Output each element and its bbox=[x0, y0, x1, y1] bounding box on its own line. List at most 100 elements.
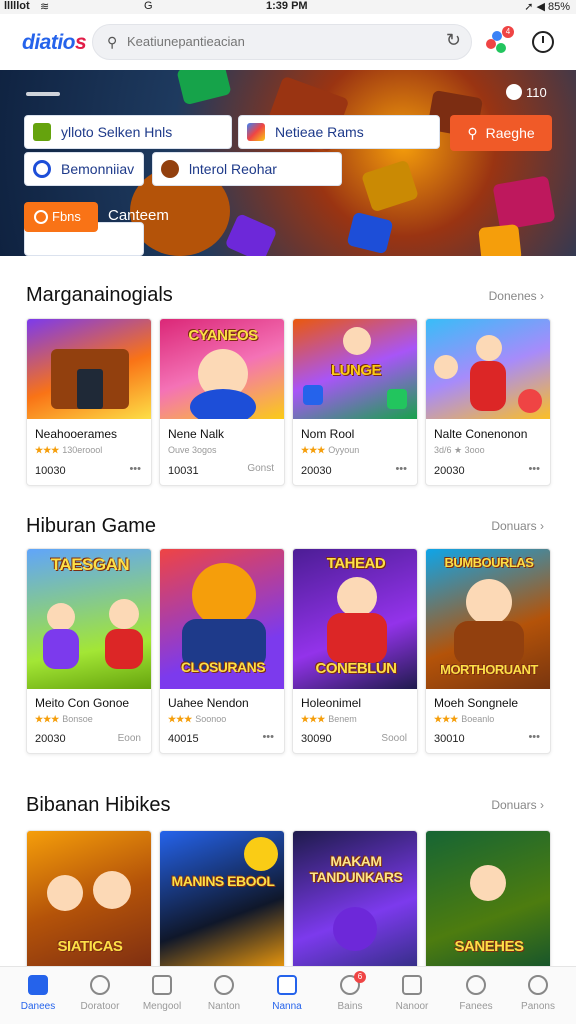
game-thumbnail bbox=[27, 319, 151, 419]
game-card[interactable]: Nalte Conenonon 3d/6 ★ 3ooo 20030 ••• bbox=[425, 318, 551, 486]
tab-favorites[interactable]: Fanees bbox=[444, 975, 508, 1012]
clock-icon[interactable] bbox=[532, 31, 554, 53]
ball-art bbox=[518, 389, 542, 413]
game-thumbnail: TAESGAN bbox=[27, 549, 151, 689]
game-thumbnail: BUMBOURLAS MORTHORUANT bbox=[426, 549, 550, 689]
game-card[interactable]: SANEHES bbox=[425, 830, 551, 970]
tab-label: Nanton bbox=[207, 1001, 241, 1012]
game-thumbnail: SANEHES bbox=[426, 831, 550, 969]
tab-label: Mengool bbox=[142, 1001, 182, 1012]
rating-text: Oyyoun bbox=[328, 445, 360, 455]
refresh-icon[interactable]: ↻ bbox=[446, 30, 461, 51]
section-more-link[interactable]: Donenes › bbox=[489, 289, 544, 303]
character-body bbox=[43, 629, 79, 669]
block-art bbox=[303, 385, 323, 405]
character-body bbox=[190, 389, 256, 419]
character-art bbox=[434, 355, 458, 379]
game-card[interactable]: LUNGE Nom Rool ★★★ Oyyoun 20030 ••• bbox=[292, 318, 418, 486]
search-bar[interactable]: ⚲ ↻ bbox=[92, 24, 472, 60]
game-card[interactable]: SIATICAS bbox=[26, 830, 152, 970]
search-button-label: Raeghe bbox=[485, 125, 535, 141]
game-art-title: SIATICAS bbox=[57, 938, 123, 955]
hero-block bbox=[478, 224, 522, 256]
game-title: Meito Con Gonoe bbox=[35, 696, 130, 710]
rating-text: 3d/6 ★ 3ooo bbox=[434, 445, 485, 455]
notification-badge: 6 bbox=[354, 971, 366, 983]
app-logo[interactable]: diatios bbox=[22, 31, 87, 55]
tab-home[interactable]: Danees bbox=[6, 975, 70, 1012]
game-card[interactable]: TAHEAD CONEBLUN Holeonimel ★★★ Benem 3009… bbox=[292, 548, 418, 754]
game-art-title: MORTHORUANT bbox=[440, 662, 538, 677]
rating-text: Ouve 3ogos bbox=[168, 445, 217, 455]
game-art-title: CLOSURANS bbox=[180, 659, 266, 675]
game-rating: ★★★ Oyyoun bbox=[301, 445, 359, 456]
game-card[interactable]: Neahooerames ★★★ 130eroool 10030 ••• bbox=[26, 318, 152, 486]
tab-label: Danees bbox=[20, 1001, 56, 1012]
chip-label: lnterol Reohar bbox=[189, 161, 277, 177]
section-more-link[interactable]: Donuars › bbox=[491, 798, 544, 812]
hero-block bbox=[176, 70, 232, 106]
counter-icon bbox=[506, 84, 522, 100]
bottom-tab-bar: Danees Doratoor Mengool Nanton Nanna 6 B… bbox=[0, 966, 576, 1024]
tab-inbox[interactable]: Nanoor bbox=[380, 975, 444, 1012]
game-card[interactable]: CYANEOS Nene Nalk Ouve 3ogos 10031 Gonst bbox=[159, 318, 285, 486]
tab-notifications[interactable]: 6 Bains bbox=[318, 971, 382, 1012]
profile-icon bbox=[528, 975, 548, 995]
game-art-title: MANINS EBOOL bbox=[171, 873, 275, 889]
game-art-title: MAKAM TANDUNKARS bbox=[309, 853, 403, 885]
wifi-icon: ≋ bbox=[40, 1, 50, 13]
more-icon[interactable]: ••• bbox=[262, 731, 274, 743]
rating-stars: ★★★ bbox=[301, 714, 326, 724]
tab-label: Bains bbox=[337, 1001, 363, 1012]
tab-search[interactable]: Doratoor bbox=[68, 975, 132, 1012]
chip-label: Bemonniiav bbox=[61, 161, 135, 177]
character-art bbox=[47, 603, 75, 631]
library-icon bbox=[277, 975, 297, 995]
more-icon[interactable]: ••• bbox=[528, 463, 540, 475]
game-title: Nalte Conenonon bbox=[434, 427, 528, 441]
search-input[interactable] bbox=[127, 34, 427, 49]
game-card[interactable]: BUMBOURLAS MORTHORUANT Moeh Songnele ★★★… bbox=[425, 548, 551, 754]
more-icon[interactable]: ••• bbox=[528, 731, 540, 743]
search-icon bbox=[466, 975, 486, 995]
tab-explore[interactable]: Nanton bbox=[192, 975, 256, 1012]
apps-icon[interactable]: 4 bbox=[486, 26, 514, 55]
character-art bbox=[470, 865, 506, 901]
game-card[interactable]: CLOSURANS Uahee Nendon ★★★ Soonoo 40015 •… bbox=[159, 548, 285, 754]
search-button[interactable]: ⚲ Raeghe bbox=[450, 115, 552, 151]
character-art bbox=[93, 871, 131, 909]
game-card[interactable]: TAESGAN Meito Con Gonoe ★★★ Bonsoe 20030 … bbox=[26, 548, 152, 754]
character-body bbox=[470, 361, 506, 411]
filter-button[interactable]: Fbns bbox=[24, 202, 98, 232]
game-card[interactable]: MAKAM TANDUNKARS bbox=[292, 830, 418, 970]
rating-text: 130eroool bbox=[62, 445, 103, 455]
game-title: Holeonimel bbox=[301, 696, 362, 710]
game-thumbnail: LUNGE bbox=[293, 319, 417, 419]
game-card[interactable]: MANINS EBOOL bbox=[159, 830, 285, 970]
hero-pager[interactable] bbox=[26, 92, 60, 96]
tab-grid[interactable]: Mengool bbox=[130, 975, 194, 1012]
chip-monitor[interactable]: Bemonniiav bbox=[24, 152, 144, 186]
hero-counter: 110 bbox=[506, 84, 547, 100]
tab-profile[interactable]: Panons bbox=[506, 975, 570, 1012]
more-icon[interactable]: ••• bbox=[129, 463, 141, 475]
game-rating: 3d/6 ★ 3ooo bbox=[434, 445, 485, 456]
block-art bbox=[387, 389, 407, 409]
game-rating: ★★★ Soonoo bbox=[168, 714, 226, 725]
game-price: 40015 bbox=[168, 733, 199, 745]
character-art bbox=[337, 577, 377, 617]
character-body bbox=[105, 629, 143, 669]
apps-dot-green bbox=[496, 43, 506, 53]
character-art bbox=[333, 907, 377, 951]
chip-category[interactable]: ylloto Selken Hnls bbox=[24, 115, 232, 149]
tab-library[interactable]: Nanna bbox=[255, 975, 319, 1012]
game-rating: ★★★ Bonsoe bbox=[35, 714, 93, 725]
character-art bbox=[476, 335, 502, 361]
chip-interest[interactable]: lnterol Reohar bbox=[152, 152, 342, 186]
grid-icon bbox=[152, 975, 172, 995]
color-grid-icon bbox=[247, 123, 265, 141]
chip-rams[interactable]: Netieae Rams bbox=[238, 115, 440, 149]
hero-block bbox=[224, 213, 278, 256]
more-icon[interactable]: ••• bbox=[395, 463, 407, 475]
section-more-link[interactable]: Donuars › bbox=[491, 519, 544, 533]
